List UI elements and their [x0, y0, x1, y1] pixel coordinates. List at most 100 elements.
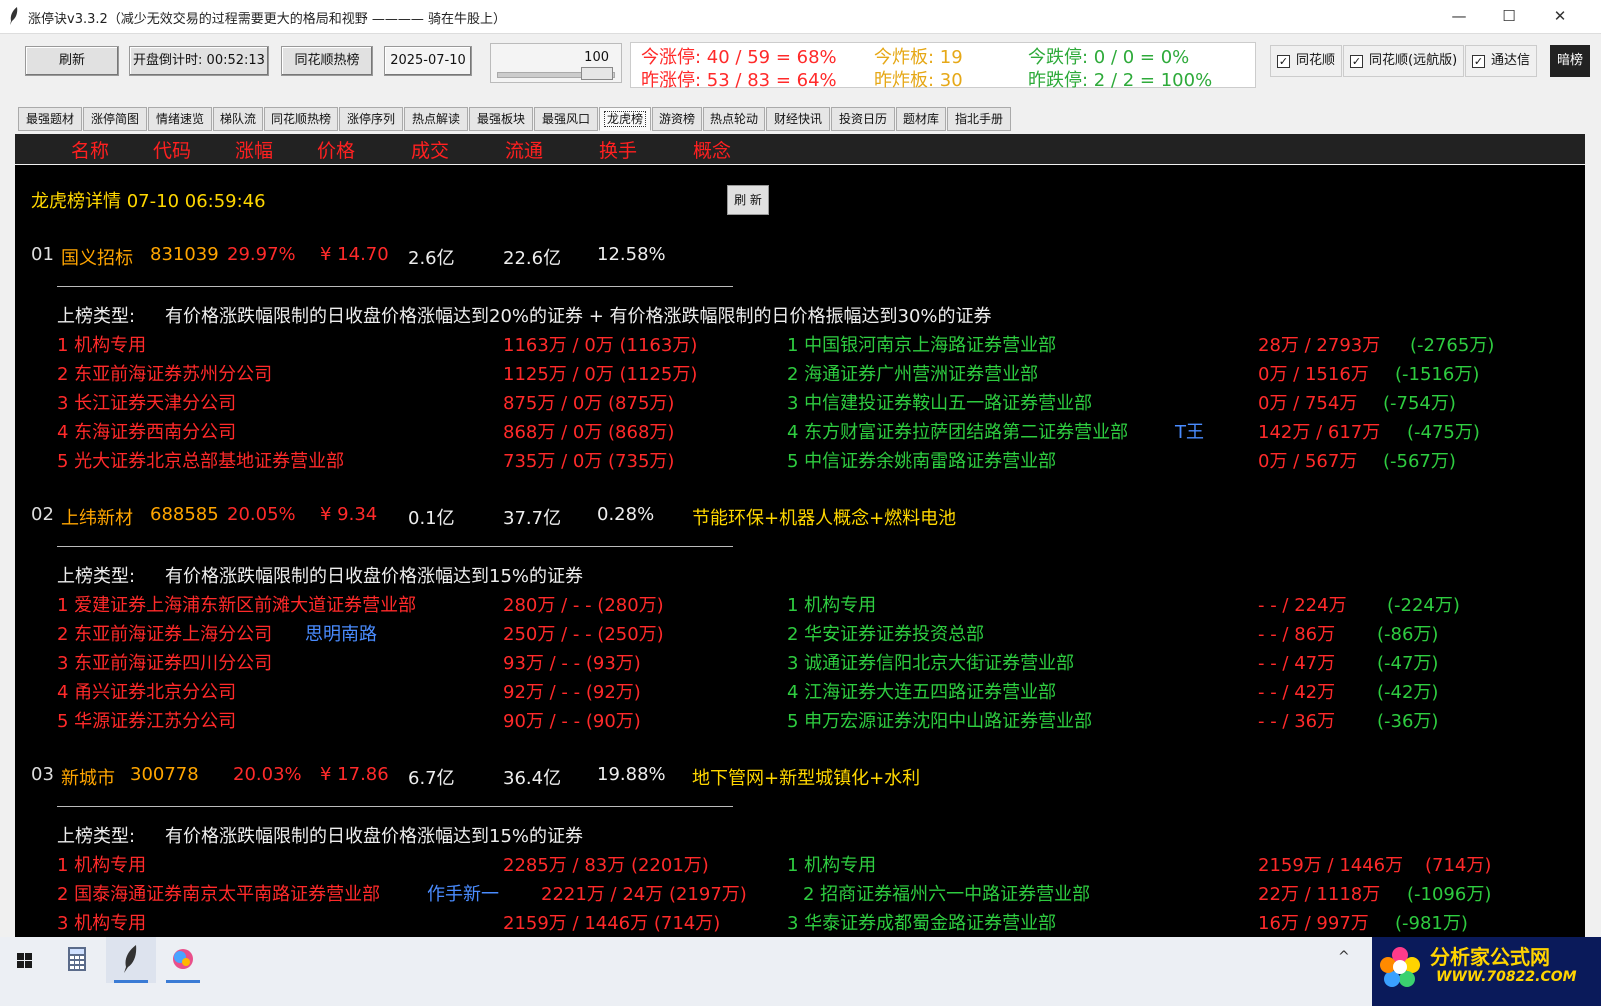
sell-net: (-224万) [1387, 595, 1460, 616]
sell-net: (-981万) [1395, 913, 1468, 934]
sell-value: 0万 / 1516万 [1258, 364, 1369, 385]
stock-change: 20.03% [233, 764, 302, 785]
dark-list-button[interactable]: 暗榜 [1550, 45, 1590, 77]
calculator-icon[interactable] [52, 937, 102, 983]
hot-list-button[interactable]: 同花顺热榜 [281, 46, 373, 76]
maximize-button[interactable]: ☐ [1487, 4, 1531, 28]
buy-seat: 3 机构专用 [57, 913, 147, 934]
stock-name[interactable]: 上纬新材 [61, 504, 133, 530]
buy-value: 1125万 / 0万 (1125万) [503, 364, 698, 385]
stock-name[interactable]: 国义招标 [61, 244, 133, 270]
tab-hot-interpret[interactable]: 热点解读 [404, 107, 468, 131]
sell-net: (-567万) [1383, 451, 1456, 472]
column-header: 名称 代码 涨幅 价格 成交 流通 换手 概念 [15, 134, 1585, 164]
tab-north-manual[interactable]: 指北手册 [947, 107, 1011, 131]
yesterday-limit-up: 昨涨停: 53 / 83 = 64% [641, 70, 837, 91]
sell-net: (-2765万) [1410, 335, 1495, 356]
sell-net: (-47万) [1377, 653, 1439, 674]
checkbox-tdx[interactable]: ✓ 通达信 [1465, 45, 1538, 77]
tab-ths-hot[interactable]: 同花顺热榜 [264, 107, 338, 131]
stock-amount: 6.7亿 [408, 768, 455, 789]
checkbox-ths[interactable]: ✓ 同花顺 [1270, 45, 1343, 77]
tab-dragon-tiger[interactable]: 龙虎榜 [599, 107, 651, 131]
buy-value: 2221万 / 24万 (2197万) [541, 884, 747, 905]
sell-value: - - / 224万 [1258, 595, 1347, 616]
sell-net: (-36万) [1377, 711, 1439, 732]
sell-net: (-1516万) [1395, 364, 1480, 385]
refresh-button[interactable]: 刷新 [25, 46, 119, 76]
separator [57, 806, 733, 807]
sell-seat: 3 华泰证券成都蜀金路证券营业部 [787, 913, 1057, 934]
tab-theme-library[interactable]: 题材库 [896, 107, 946, 131]
list-type: 有价格涨跌幅限制的日收盘价格涨幅达到20%的证券 + 有价格涨跌幅限制的日价格振… [165, 306, 992, 327]
detail-refresh-button[interactable]: 刷 新 [727, 185, 769, 215]
col-volume[interactable]: 成交 [411, 136, 449, 163]
col-price[interactable]: 价格 [317, 136, 355, 163]
slider-thumb[interactable] [581, 67, 613, 80]
tab-invest-calendar[interactable]: 投资日历 [831, 107, 895, 131]
separator [57, 546, 733, 547]
buy-seat: 3 长江证券天津分公司 [57, 393, 237, 414]
sell-value: - - / 36万 [1258, 711, 1336, 732]
checkbox-label: 通达信 [1491, 53, 1531, 68]
sell-net: (-42万) [1377, 682, 1439, 703]
seat-tag: T王 [1175, 422, 1204, 443]
sell-seat: 4 江海证券大连五四路证券营业部 [787, 682, 1057, 703]
stock-concept: 地下管网+新型城镇化+水利 [692, 768, 921, 789]
buy-seat: 4 东海证券西南分公司 [57, 422, 237, 443]
sell-value: 142万 / 617万 [1258, 422, 1381, 443]
tab-hot-money[interactable]: 游资榜 [652, 107, 702, 131]
count-slider[interactable]: 100 [490, 43, 622, 83]
sell-value: 0万 / 567万 [1258, 451, 1358, 472]
col-concept[interactable]: 概念 [693, 136, 731, 163]
tray-chevron-icon[interactable]: ^ [1338, 949, 1350, 965]
stock-turnover: 12.58% [597, 244, 666, 265]
close-button[interactable]: ✕ [1538, 4, 1582, 28]
buy-seat: 4 甬兴证券北京分公司 [57, 682, 237, 703]
tab-finance-news[interactable]: 财经快讯 [766, 107, 830, 131]
windows-start-icon[interactable] [0, 937, 50, 983]
feather-app-icon[interactable] [106, 937, 156, 983]
buy-value: 2285万 / 83万 (2201万) [503, 855, 709, 876]
buy-value: 875万 / 0万 (875万) [503, 393, 675, 414]
stock-index: 01 [31, 244, 54, 265]
buy-seat: 1 机构专用 [57, 855, 147, 876]
stock-float: 36.4亿 [503, 768, 562, 789]
stock-code: 300778 [130, 764, 199, 785]
stock-name[interactable]: 新城市 [61, 764, 115, 790]
checkbox-ths-yuanhang[interactable]: ✓ 同花顺(远航版) [1343, 45, 1465, 77]
feather-icon [10, 7, 18, 25]
sell-value: - - / 42万 [1258, 682, 1336, 703]
tab-limit-sequence[interactable]: 涨停序列 [339, 107, 403, 131]
sell-seat: 1 机构专用 [787, 595, 877, 616]
color-app-icon[interactable] [158, 937, 208, 983]
stock-price: ¥ 9.34 [320, 504, 378, 525]
col-code[interactable]: 代码 [153, 136, 191, 163]
tab-strongest-theme[interactable]: 最强题材 [18, 107, 82, 131]
tab-strongest-wind[interactable]: 最强风口 [534, 107, 598, 131]
buy-seat: 1 爱建证券上海浦东新区前滩大道证券营业部 [57, 595, 417, 616]
minimize-button[interactable]: — [1437, 4, 1481, 28]
sell-value: 2159万 / 1446万 [1258, 855, 1404, 876]
buy-value: 92万 / - - (92万) [503, 682, 641, 703]
tab-mood-overview[interactable]: 情绪速览 [148, 107, 212, 131]
sell-seat: 2 海通证券广州营洲证券营业部 [787, 364, 1039, 385]
tab-strongest-sector[interactable]: 最强板块 [469, 107, 533, 131]
window-title: 涨停诀v3.3.2（减少无效交易的过程需要更大的格局和视野 ———— 骑在牛股上… [28, 12, 507, 27]
tab-hot-rotation[interactable]: 热点轮动 [703, 107, 765, 131]
col-change[interactable]: 涨幅 [235, 136, 273, 163]
stock-code: 831039 [150, 244, 219, 265]
buy-seat: 2 国泰海通证券南京太平南路证券营业部 [57, 884, 381, 905]
sell-value: 22万 / 1118万 [1258, 884, 1381, 905]
col-name[interactable]: 名称 [71, 136, 109, 163]
sell-net: (714万) [1425, 855, 1492, 876]
buy-seat: 3 东亚前海证券四川分公司 [57, 653, 273, 674]
countdown-button[interactable]: 开盘倒计时: 00:52:13 [129, 46, 269, 76]
col-float[interactable]: 流通 [505, 136, 543, 163]
stats-panel: 今涨停: 40 / 59 = 68% 昨涨停: 53 / 83 = 64% 今炸… [630, 42, 1256, 91]
list-type: 有价格涨跌幅限制的日收盘价格涨幅达到15%的证券 [165, 566, 584, 587]
tab-limit-sketch[interactable]: 涨停简图 [83, 107, 147, 131]
tab-ladder-flow[interactable]: 梯队流 [213, 107, 263, 131]
date-field[interactable]: 2025-07-10 [384, 46, 472, 76]
col-turnover[interactable]: 换手 [599, 136, 637, 163]
